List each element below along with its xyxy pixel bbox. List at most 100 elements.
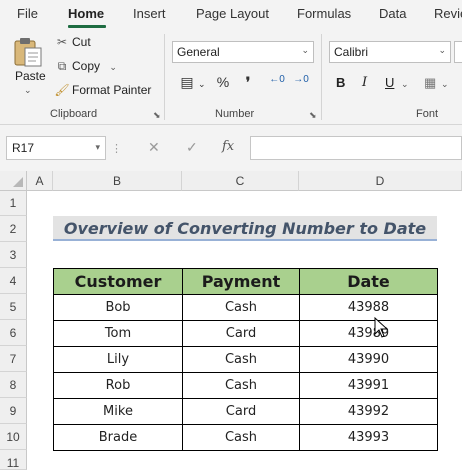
row-header-3[interactable]: 3	[0, 242, 27, 268]
customer-cell[interactable]: Lily	[53, 346, 183, 373]
enter-check-icon[interactable]: ✓	[186, 139, 198, 156]
payment-cell[interactable]: Card	[182, 320, 300, 347]
date-cell[interactable]: 43989	[299, 320, 438, 347]
insert-function-icon[interactable]: fx	[222, 139, 234, 154]
row-header-6[interactable]: 6	[0, 320, 27, 346]
header-customer[interactable]: Customer	[53, 268, 183, 295]
tab-review[interactable]: Revie	[434, 6, 462, 21]
customer-cell[interactable]: Mike	[53, 398, 183, 425]
tab-insert[interactable]: Insert	[133, 6, 166, 21]
copy-label: Copy	[72, 59, 101, 73]
header-date[interactable]: Date	[299, 268, 438, 295]
chevron-down-icon: ▾	[95, 142, 100, 152]
cut-button[interactable]: ✂ Cut	[54, 35, 91, 49]
column-header-c[interactable]: C	[182, 171, 299, 191]
number-format-value: General	[177, 45, 220, 59]
chevron-down-icon: ⌄	[109, 62, 117, 72]
font-size-dropdown[interactable]	[454, 41, 462, 63]
select-all-button[interactable]	[0, 171, 27, 191]
copy-icon: ⧉	[57, 59, 67, 73]
date-cell[interactable]: 43988	[299, 294, 438, 321]
tab-home[interactable]: Home	[68, 6, 104, 21]
payment-cell[interactable]: Cash	[182, 294, 300, 321]
chevron-down-icon: ⌄	[301, 45, 309, 55]
customer-cell[interactable]: Brade	[53, 424, 183, 451]
comma-style-icon[interactable]: ❜	[241, 74, 255, 91]
decrease-decimal-icon[interactable]: →0	[292, 74, 310, 85]
name-box-value: R17	[12, 141, 35, 155]
spreadsheet-grid: A B C D 1 2 3 4 5 6 7 8 9 10 11 Overview…	[0, 171, 462, 470]
number-group-label: Number	[215, 108, 255, 120]
underline-button[interactable]: U	[385, 75, 394, 90]
row-header-1[interactable]: 1	[0, 191, 27, 216]
payment-cell[interactable]: Card	[182, 398, 300, 425]
ribbon-tabs: File Home Insert Page Layout Formulas Da…	[0, 0, 462, 28]
chevron-down-icon[interactable]: ⌄	[198, 79, 206, 90]
payment-cell[interactable]: Cash	[182, 424, 300, 451]
row-header-11[interactable]: 11	[0, 450, 27, 470]
tab-page-layout[interactable]: Page Layout	[196, 6, 269, 21]
clipboard-group-label: Clipboard	[50, 108, 98, 120]
format-painter-button[interactable]: 🖌 Format Painter	[54, 83, 151, 97]
ribbon: Paste ⌄ ✂ Cut ⧉ Copy ⌄ 🖌 Format Painter Cli…	[0, 28, 462, 125]
dialog-launcher-icon[interactable]: ⬊	[153, 110, 161, 121]
payment-cell[interactable]: Cash	[182, 346, 300, 373]
borders-icon[interactable]: ▦	[424, 75, 436, 91]
font-name-dropdown[interactable]: Calibri ⌄	[329, 41, 451, 63]
table-row: Brade Cash 43993	[53, 424, 438, 451]
row-header-2[interactable]: 2	[0, 216, 27, 242]
date-cell[interactable]: 43990	[299, 346, 438, 373]
number-format-dropdown[interactable]: General ⌄	[172, 41, 314, 63]
accounting-format-icon[interactable]: ▤	[176, 74, 198, 91]
cancel-icon[interactable]: ✕	[148, 139, 160, 156]
chevron-down-icon[interactable]: ⌄	[441, 79, 449, 90]
table-row: Lily Cash 43990	[53, 346, 438, 373]
increase-decimal-icon[interactable]: ←0	[268, 74, 286, 85]
sheet-title[interactable]: Overview of Converting Number to Date	[53, 216, 437, 241]
customer-cell[interactable]: Tom	[53, 320, 183, 347]
row-header-4[interactable]: 4	[0, 268, 27, 294]
column-header-d[interactable]: D	[299, 171, 462, 191]
header-payment[interactable]: Payment	[182, 268, 300, 295]
date-cell[interactable]: 43992	[299, 398, 438, 425]
paste-label: Paste	[15, 69, 46, 83]
payment-cell[interactable]: Cash	[182, 372, 300, 399]
chevron-down-icon: ⌄	[24, 85, 32, 95]
row-header-7[interactable]: 7	[0, 346, 27, 372]
font-name-value: Calibri	[334, 45, 369, 59]
row-header-10[interactable]: 10	[0, 424, 27, 450]
mouse-cursor-icon	[374, 317, 389, 338]
column-header-a[interactable]: A	[27, 171, 53, 191]
date-cell[interactable]: 43991	[299, 372, 438, 399]
row-header-5[interactable]: 5	[0, 294, 27, 320]
formula-input[interactable]	[250, 136, 462, 160]
formula-actions: ✕ ✓ fx	[118, 136, 248, 160]
scissors-icon: ✂	[56, 35, 68, 49]
cut-label: Cut	[72, 35, 91, 49]
tab-data[interactable]: Data	[379, 6, 406, 21]
tab-file[interactable]: File	[17, 6, 38, 21]
percent-style-icon[interactable]: %	[214, 74, 232, 90]
italic-button[interactable]: I	[362, 75, 367, 90]
column-header-b[interactable]: B	[53, 171, 182, 191]
chevron-down-icon: ⌄	[438, 45, 446, 55]
dialog-launcher-icon[interactable]: ⬊	[309, 110, 317, 121]
paintbrush-icon: 🖌	[54, 83, 70, 97]
bold-button[interactable]: B	[336, 75, 345, 90]
customer-cell[interactable]: Bob	[53, 294, 183, 321]
paste-icon	[14, 38, 42, 67]
customer-cell[interactable]: Rob	[53, 372, 183, 399]
row-header-9[interactable]: 9	[0, 398, 27, 424]
table-header-row: Customer Payment Date	[53, 268, 438, 295]
formula-bar: R17 ▾ ⋮ ✕ ✓ fx	[0, 125, 462, 171]
table-row: Rob Cash 43991	[53, 372, 438, 399]
chevron-down-icon[interactable]: ⌄	[401, 79, 409, 90]
group-divider	[321, 34, 322, 120]
tab-formulas[interactable]: Formulas	[297, 6, 351, 21]
row-header-8[interactable]: 8	[0, 372, 27, 398]
group-divider	[164, 34, 165, 120]
name-box[interactable]: R17 ▾	[6, 136, 106, 160]
copy-button[interactable]: ⧉ Copy ⌄	[54, 59, 117, 74]
date-cell[interactable]: 43993	[299, 424, 438, 451]
select-all-icon	[13, 177, 23, 187]
